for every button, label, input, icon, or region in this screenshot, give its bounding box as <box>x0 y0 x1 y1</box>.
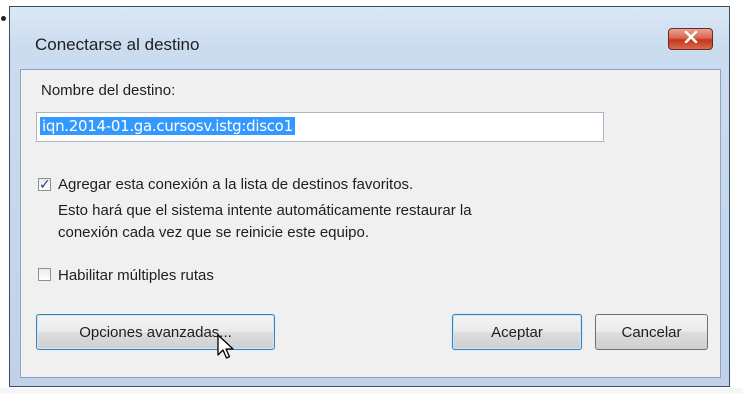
bullet-mark <box>1 16 6 21</box>
favorites-label[interactable]: Agregar esta conexión a la lista de dest… <box>58 176 413 193</box>
ok-button[interactable]: Aceptar <box>452 314 582 350</box>
connect-target-dialog: Conectarse al destino Nombre del destino… <box>9 6 730 387</box>
dialog-body: Nombre del destino: iqn.2014-01.ga.curso… <box>20 69 721 378</box>
cancel-button[interactable]: Cancelar <box>595 314 708 350</box>
favorites-description: Esto hará que el sistema intente automát… <box>58 200 658 244</box>
favorites-description-line2: conexión cada vez que se reinicie este e… <box>58 224 370 241</box>
title-bar[interactable]: Conectarse al destino <box>10 7 729 69</box>
target-name-value: iqn.2014-01.ga.cursosv.istg:disco1 <box>40 117 295 135</box>
favorites-checkbox[interactable]: ✓ <box>38 176 51 192</box>
close-button[interactable] <box>668 28 713 50</box>
target-name-label: Nombre del destino: <box>41 82 176 99</box>
checkmark-icon: ✓ <box>39 176 51 192</box>
dialog-title: Conectarse al destino <box>35 35 200 54</box>
mouse-pointer-icon <box>217 334 235 367</box>
favorites-description-line1: Esto hará que el sistema intente automát… <box>58 202 472 219</box>
target-name-input[interactable]: iqn.2014-01.ga.cursosv.istg:disco1 <box>36 112 604 142</box>
multipath-checkbox[interactable] <box>38 268 51 281</box>
advanced-options-button[interactable]: Opciones avanzadas... <box>36 314 275 350</box>
close-icon <box>684 30 698 48</box>
page-bottom-strip <box>0 388 743 394</box>
multipath-label[interactable]: Habilitar múltiples rutas <box>58 267 214 284</box>
